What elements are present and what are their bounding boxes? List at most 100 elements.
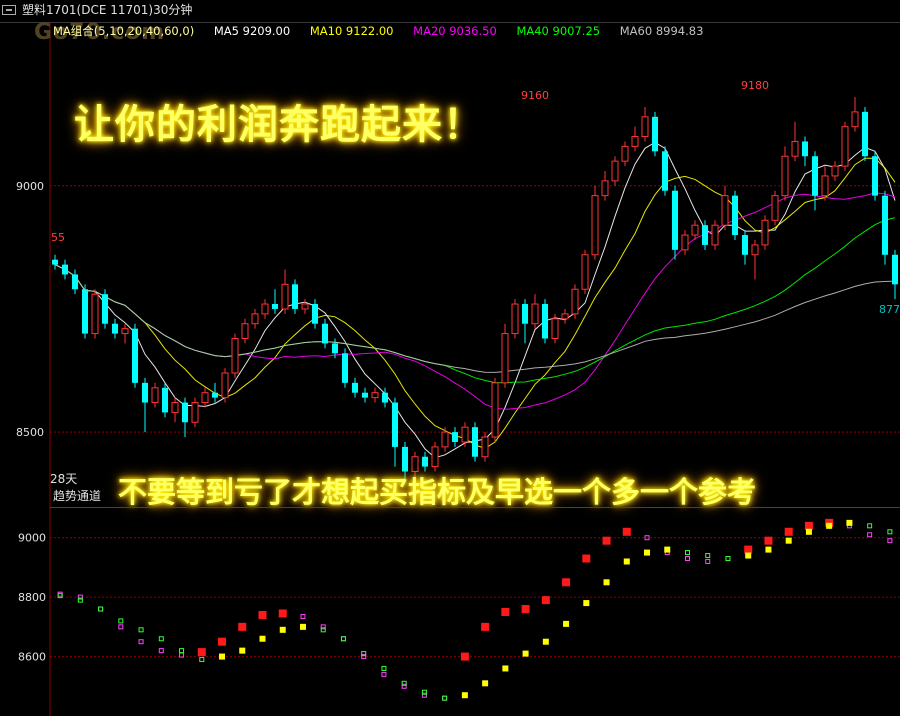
candle-body bbox=[362, 392, 368, 398]
channel-upper-mark bbox=[218, 637, 227, 646]
candle-body bbox=[402, 446, 408, 472]
channel-lower-mark bbox=[98, 606, 104, 612]
candle-body bbox=[571, 288, 579, 315]
candle-body bbox=[702, 225, 708, 245]
candle-body bbox=[241, 323, 249, 340]
candle-body bbox=[422, 456, 428, 467]
channel-upper-mark bbox=[744, 545, 753, 554]
ma40-line bbox=[54, 217, 896, 384]
candle-body bbox=[771, 195, 779, 221]
candle-body bbox=[522, 304, 528, 324]
channel-upper-mark bbox=[381, 671, 387, 677]
candle-body bbox=[441, 431, 449, 448]
candle-body bbox=[221, 372, 229, 399]
channel-upper-mark bbox=[57, 591, 63, 597]
ma-legend-ma60: MA60 8994.83 bbox=[619, 24, 704, 38]
candle-body bbox=[851, 111, 859, 128]
candle-body bbox=[742, 235, 748, 255]
candle-body bbox=[272, 304, 278, 309]
channel-lower-mark bbox=[785, 537, 792, 544]
channel-lower-mark bbox=[826, 522, 833, 529]
channel-upper-mark bbox=[278, 609, 287, 618]
candle-body bbox=[52, 259, 58, 265]
channel-lower-mark bbox=[219, 653, 226, 660]
indicator-name-label[interactable]: 趋势通道 bbox=[53, 489, 101, 503]
candle-body bbox=[662, 151, 668, 191]
candle-body bbox=[292, 284, 298, 309]
channel-lower-mark bbox=[522, 650, 529, 657]
candle-body bbox=[751, 244, 759, 256]
candle-body bbox=[151, 387, 159, 404]
candle-body bbox=[862, 111, 868, 157]
channel-lower-mark bbox=[158, 636, 164, 642]
channel-upper-mark bbox=[541, 596, 550, 605]
channel-upper-mark bbox=[705, 558, 711, 564]
channel-lower-mark bbox=[461, 692, 468, 699]
ma-legend-ma40: MA40 9007.25 bbox=[516, 24, 601, 38]
candle-body bbox=[251, 313, 259, 325]
channel-upper-mark bbox=[98, 606, 104, 612]
channel-lower-mark bbox=[583, 600, 590, 607]
channel-upper-mark bbox=[764, 536, 773, 545]
promo-headline: 让你的利润奔跑起来！ bbox=[74, 101, 484, 148]
candle-body bbox=[182, 402, 188, 423]
candle-body bbox=[621, 145, 629, 162]
candle-body bbox=[132, 328, 138, 383]
ma-legend-ma10: MA10 9122.00 bbox=[309, 24, 394, 38]
candle-body bbox=[732, 195, 738, 236]
indicator-days-label: 28天 bbox=[50, 472, 78, 486]
candle-body bbox=[382, 392, 388, 403]
channel-upper-mark bbox=[481, 622, 490, 631]
channel-lower-mark bbox=[259, 635, 266, 642]
channel-upper-mark bbox=[685, 556, 690, 562]
candle-body bbox=[461, 426, 469, 443]
candle-body bbox=[892, 254, 898, 285]
channel-lower-mark bbox=[664, 546, 671, 553]
channel-lower-mark bbox=[705, 553, 711, 559]
candle-body bbox=[561, 313, 569, 320]
candle-body bbox=[631, 136, 639, 147]
channel-lower-mark bbox=[542, 638, 549, 645]
candle-body bbox=[112, 323, 118, 334]
channel-lower-mark bbox=[644, 549, 651, 556]
candle-body bbox=[601, 180, 609, 197]
candle-body bbox=[581, 254, 589, 290]
channel-lower-mark bbox=[725, 556, 731, 562]
channel-lower-mark bbox=[482, 680, 489, 687]
channel-upper-mark bbox=[442, 695, 448, 701]
channel-upper-mark bbox=[521, 605, 530, 614]
candle-body bbox=[491, 382, 499, 438]
ma60-line bbox=[54, 264, 896, 373]
candle-body bbox=[392, 402, 398, 447]
channel-upper-mark bbox=[118, 624, 124, 630]
y-tick-label: 8800 bbox=[18, 591, 46, 604]
candle-body bbox=[802, 141, 808, 157]
channel-upper-mark bbox=[340, 636, 346, 642]
candle-body bbox=[882, 195, 888, 255]
channel-upper-mark bbox=[602, 536, 611, 545]
channel-lower-mark bbox=[603, 579, 610, 586]
candle-body bbox=[472, 427, 478, 457]
channel-upper-mark bbox=[258, 610, 267, 619]
window-restore-icon[interactable] bbox=[2, 5, 16, 15]
channel-upper-mark bbox=[300, 613, 306, 619]
ma-legend-group[interactable]: MA组合(5,10,20,40,60,0) bbox=[53, 24, 194, 38]
candle-body bbox=[142, 382, 148, 403]
candle-body bbox=[591, 195, 599, 256]
candle-body bbox=[781, 155, 789, 197]
channel-lower-mark bbox=[623, 558, 630, 565]
channel-lower-mark bbox=[279, 626, 286, 633]
channel-upper-mark bbox=[867, 532, 873, 538]
candle-body bbox=[121, 328, 129, 335]
candle-body bbox=[231, 338, 239, 374]
channel-lower-mark bbox=[299, 623, 306, 630]
candle-body bbox=[721, 195, 729, 226]
price-annotation: 9180 bbox=[741, 79, 769, 92]
candle-body bbox=[551, 318, 559, 340]
channel-upper-mark bbox=[887, 538, 893, 544]
candle-body bbox=[371, 392, 379, 399]
channel-lower-mark bbox=[887, 529, 893, 535]
channel-upper-mark bbox=[804, 521, 813, 530]
price-annotation: 877 bbox=[879, 303, 900, 316]
candle-body bbox=[841, 126, 849, 167]
